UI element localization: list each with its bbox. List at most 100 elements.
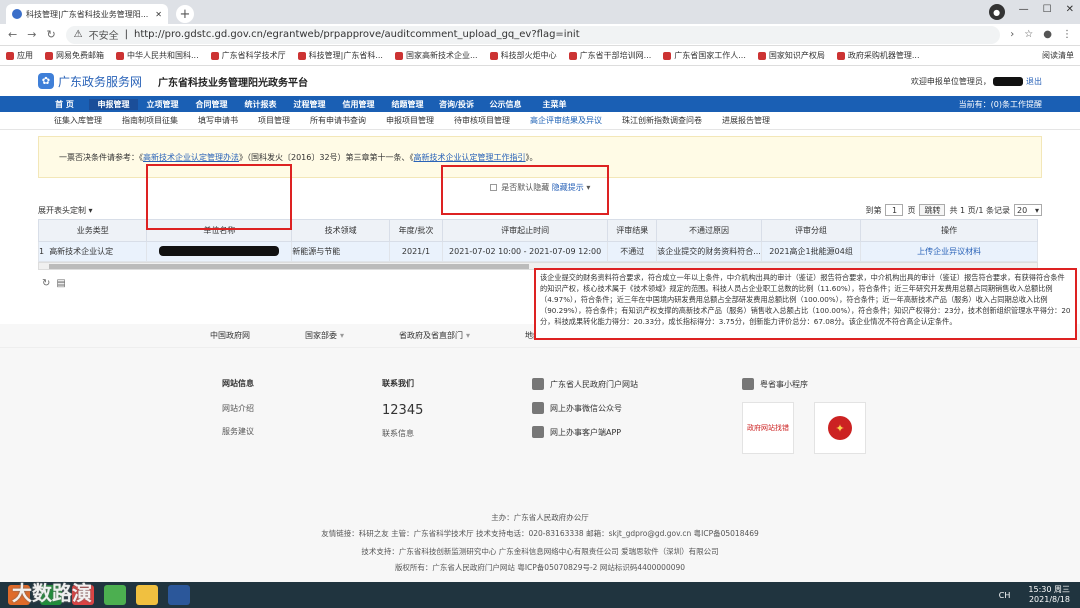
main-nav-item[interactable]: 首 页 — [40, 99, 89, 110]
upload-objection-link[interactable]: 上传企业异议材料 — [917, 247, 981, 256]
reload-icon[interactable]: ↻ — [46, 28, 55, 41]
tab-close-icon[interactable]: ✕ — [155, 10, 162, 19]
bookmark-item[interactable]: 网易免费邮箱 — [45, 50, 104, 61]
table-row[interactable]: 1 高新技术企业认定 新能源与节能 2021/1 2021-07-02 10:0… — [37, 241, 1038, 262]
notice-link-measures[interactable]: 高新技术企业认定管理办法 — [143, 152, 239, 163]
main-nav-item[interactable]: 咨询/投诉 — [432, 99, 481, 110]
service-suggest-link[interactable]: 服务建议 — [222, 426, 382, 437]
notice-link-guide[interactable]: 高新技术企业认定管理工作指引 — [414, 152, 526, 163]
language-indicator[interactable]: CH — [999, 591, 1011, 600]
bookmark-item[interactable]: 国家高新技术企业... — [394, 50, 478, 61]
emblem-badge[interactable]: ✦ — [814, 402, 866, 454]
column-header[interactable]: 操作 — [860, 219, 1038, 242]
bookmark-item[interactable]: 科技部火炬中心 — [489, 50, 557, 61]
redacted-username — [993, 76, 1024, 86]
bookmark-item[interactable]: 科技管理|广东省科... — [297, 50, 383, 61]
refresh-icon[interactable]: ↻ — [42, 278, 50, 289]
sub-nav-item[interactable]: 进展报告管理 — [722, 115, 770, 126]
find-error-badge[interactable]: 政府网站找错 — [742, 402, 794, 454]
star-icon[interactable]: ☆ — [1024, 29, 1033, 40]
column-header[interactable]: 年度/批次 — [389, 219, 443, 242]
bookmark-item[interactable]: 政府采购机器管理... — [836, 50, 920, 61]
highlight-review-period — [441, 165, 609, 215]
column-header[interactable]: 评审起止时间 — [441, 219, 609, 242]
column-header[interactable]: 技术领域 — [291, 219, 391, 242]
scrollbar-thumb[interactable] — [49, 264, 529, 269]
bookmark-label: 应用 — [17, 51, 33, 60]
contact-info-link[interactable]: 联系信息 — [382, 428, 542, 439]
reading-list[interactable]: 阅读清单 — [1042, 50, 1074, 61]
mini-program-icon — [742, 378, 754, 390]
main-nav-item[interactable]: 结题管理 — [383, 99, 432, 110]
close-window-icon[interactable]: ✕ — [1066, 4, 1074, 20]
custom-columns-link[interactable]: 展开表头定制 — [38, 205, 86, 216]
column-header[interactable]: 业务类型 — [37, 219, 148, 242]
sub-nav-item[interactable]: 待审核项目管理 — [454, 115, 510, 126]
browser-tab[interactable]: 科技管理|广东省科技业务管理阳... ✕ — [6, 4, 168, 24]
company-name-cell — [146, 241, 293, 262]
app-link[interactable]: 网上办事客户端APP — [532, 426, 712, 438]
main-nav-item[interactable]: 申报管理 — [89, 98, 138, 110]
app-icon[interactable] — [104, 585, 126, 605]
sub-nav-item[interactable]: 指南制项目征集 — [122, 115, 178, 126]
sub-nav-item[interactable]: 珠江创新指数调查问卷 — [622, 115, 702, 126]
main-nav-item[interactable]: 信用管理 — [334, 99, 383, 110]
site-intro-link[interactable]: 网站介绍 — [222, 403, 382, 414]
bookmark-item[interactable]: 广东省科学技术厅 — [210, 50, 286, 61]
gov-link[interactable]: 省政府及省直部门 ▾ — [399, 330, 470, 341]
minimize-icon[interactable]: — — [1019, 4, 1029, 20]
profile-icon[interactable]: ● — [988, 4, 1005, 20]
folder-icon[interactable] — [136, 585, 158, 605]
bookmark-item[interactable]: 应用 — [6, 50, 33, 61]
reject-reason-cell[interactable]: 该企业提交的财务资料符合... — [656, 241, 762, 262]
find-error-label: 政府网站找错 — [747, 424, 789, 432]
translate-icon[interactable]: › — [1010, 29, 1014, 40]
portal-label: 广东省人民政府门户网站 — [550, 379, 638, 389]
bookmark-item[interactable]: 广东省干部培训网... — [568, 50, 651, 61]
jump-button[interactable]: 跳转 — [919, 204, 946, 216]
bookmark-item[interactable]: 国家知识产权局 — [757, 50, 825, 61]
export-icon[interactable]: ▤ — [56, 278, 65, 289]
url-field[interactable]: ⚠ 不安全 | http://pro.gdstc.gd.gov.cn/egran… — [65, 25, 1001, 44]
pager-total: 共 1 页/1 条记录 — [949, 205, 1010, 215]
column-header[interactable]: 不通过原因 — [656, 219, 762, 242]
work-reminder[interactable]: 当前有：(0)条工作提醒 — [959, 99, 1042, 110]
new-tab-icon[interactable]: + — [176, 5, 194, 23]
page-size-select[interactable]: 20 ▾ — [1014, 204, 1042, 216]
column-header[interactable]: 评审结果 — [607, 219, 658, 242]
bookmark-item[interactable]: 广东省国家工作人... — [663, 50, 746, 61]
main-nav-item[interactable]: 公示信息 — [481, 99, 530, 110]
sub-nav-item[interactable]: 高企评审结果及异议 — [530, 115, 602, 126]
main-nav-item[interactable]: 过程管理 — [285, 99, 334, 110]
bookmark-icon — [757, 51, 766, 60]
back-icon[interactable]: ← — [8, 28, 17, 41]
sub-nav-item[interactable]: 征集入库管理 — [54, 115, 102, 126]
logout-link[interactable]: 退出 — [1026, 77, 1042, 86]
maximize-icon[interactable]: ☐ — [1043, 4, 1052, 20]
app-icon[interactable] — [168, 585, 190, 605]
portal-link[interactable]: 广东省人民政府门户网站 — [532, 378, 712, 390]
bookmark-item[interactable]: 中华人民共和国科... — [116, 50, 199, 61]
menu-icon[interactable]: ⋮ — [1062, 29, 1072, 40]
main-nav-item[interactable]: 合同管理 — [187, 99, 236, 110]
warning-icon: ⚠ — [73, 29, 83, 40]
gov-link[interactable]: 中国政府网 — [210, 330, 250, 341]
main-nav-item[interactable]: 统计报表 — [236, 99, 285, 110]
site-logo[interactable]: ✿ 广东政务服务网 — [38, 73, 142, 90]
main-nav-item[interactable]: 立项管理 — [138, 99, 187, 110]
sub-nav-item[interactable]: 填写申请书 — [198, 115, 238, 126]
wechat-link[interactable]: 网上办事微信公众号 — [532, 402, 712, 414]
account-icon[interactable]: ● — [1043, 29, 1052, 40]
sub-nav-item[interactable]: 申报项目管理 — [386, 115, 434, 126]
gov-link[interactable]: 国家部委 ▾ — [305, 330, 344, 341]
main-nav-item[interactable]: 主菜单 — [530, 99, 579, 110]
column-header[interactable]: 评审分组 — [760, 219, 862, 242]
forward-icon[interactable]: → — [27, 28, 36, 41]
site-header: ✿ 广东政务服务网 广东省科技业务管理阳光政务平台 欢迎申报单位管理员， 退出 — [0, 66, 1080, 96]
clock[interactable]: 15:30 周三 2021/8/18 — [1028, 585, 1080, 605]
sub-nav-item[interactable]: 项目管理 — [258, 115, 290, 126]
sub-nav-item[interactable]: 所有申请书查询 — [310, 115, 366, 126]
site-info-column: 网站信息 网站介绍 服务建议 — [222, 378, 382, 454]
page-number-input[interactable]: 1 — [885, 204, 904, 216]
notice-text: 》（国科发火〔2016〕32号）第三章第十一条、《 — [239, 152, 414, 162]
